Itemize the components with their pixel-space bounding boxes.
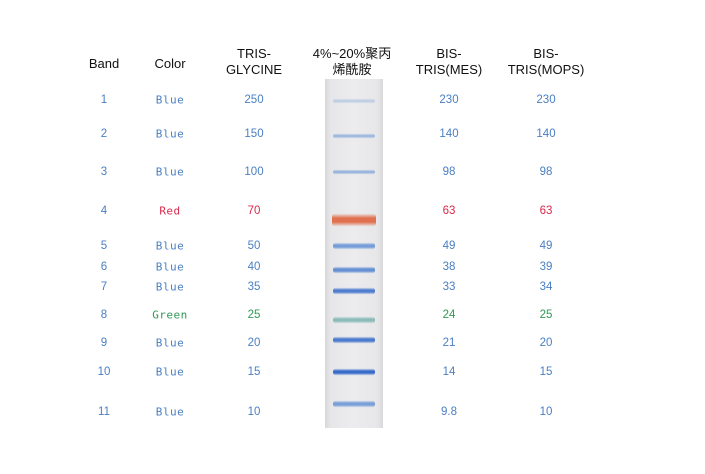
bis-tris-mops-value: 49 [539, 240, 553, 252]
bis-tris-mes-value: 98 [442, 166, 456, 178]
gel-band [333, 400, 375, 408]
tris-glycine-value: 50 [247, 240, 261, 252]
header-gel: 4%~20%聚丙 烯酰胺 [312, 46, 392, 77]
bis-tris-mes-value: 63 [442, 205, 456, 217]
tris-glycine-value: 35 [247, 281, 261, 293]
bis-tris-mops-value: 98 [539, 166, 553, 178]
bis-tris-mops-value: 20 [539, 337, 553, 349]
band-number: 3 [100, 166, 108, 178]
color-name: Blue [155, 93, 185, 107]
bis-tris-mes-value: 140 [439, 128, 459, 140]
band-number: 9 [100, 337, 108, 349]
color-name: Blue [155, 365, 185, 379]
band-number: 4 [100, 205, 108, 217]
gel-band [333, 98, 375, 104]
gel-band [333, 133, 375, 139]
tris-glycine-value: 150 [244, 128, 264, 140]
tris-glycine-value: 40 [247, 261, 261, 273]
band-number: 7 [100, 281, 108, 293]
bis-tris-mes-value: 230 [439, 94, 459, 106]
tris-glycine-value: 250 [244, 94, 264, 106]
bis-tris-mes-value: 24 [442, 309, 456, 321]
gel-band [333, 336, 375, 344]
color-name: Blue [155, 280, 185, 294]
bis-tris-mops-value: 140 [536, 128, 556, 140]
gel-band [333, 287, 375, 295]
header-tris-glycine: TRIS- GLYCINE [225, 46, 283, 77]
tris-glycine-value: 20 [247, 337, 261, 349]
bis-tris-mes-value: 14 [442, 366, 456, 378]
color-name: Blue [155, 260, 185, 274]
bis-tris-mes-value: 38 [442, 261, 456, 273]
gel-band [333, 242, 375, 250]
tris-glycine-value: 15 [247, 366, 261, 378]
gel-band [333, 316, 375, 324]
tris-glycine-value: 25 [247, 309, 261, 321]
tris-glycine-value: 100 [244, 166, 264, 178]
bis-tris-mes-value: 49 [442, 240, 456, 252]
header-color: Color [154, 56, 186, 71]
header-band: Band [88, 56, 120, 71]
color-name: Blue [155, 336, 185, 350]
color-name: Blue [155, 127, 185, 141]
color-name: Blue [155, 405, 185, 419]
tris-glycine-value: 10 [247, 406, 261, 418]
band-number: 1 [100, 94, 108, 106]
bis-tris-mops-value: 230 [536, 94, 556, 106]
gel-band [333, 169, 375, 175]
bis-tris-mops-value: 34 [539, 281, 553, 293]
gel-band [332, 213, 376, 227]
header-bis-tris-mops: BIS- TRIS(MOPS) [507, 46, 585, 77]
color-name: Red [159, 204, 181, 218]
bis-tris-mops-value: 63 [539, 205, 553, 217]
gel-lane-image [325, 79, 383, 428]
bis-tris-mops-value: 39 [539, 261, 553, 273]
bis-tris-mops-value: 25 [539, 309, 553, 321]
bis-tris-mops-value: 10 [539, 406, 553, 418]
color-name: Blue [155, 165, 185, 179]
bis-tris-mes-value: 21 [442, 337, 456, 349]
color-name: Blue [155, 239, 185, 253]
header-bis-tris-mes: BIS- TRIS(MES) [415, 46, 483, 77]
band-number: 5 [100, 240, 108, 252]
bis-tris-mes-value: 33 [442, 281, 456, 293]
tris-glycine-value: 70 [247, 205, 261, 217]
band-number: 8 [100, 309, 108, 321]
color-name: Green [152, 308, 188, 322]
bis-tris-mes-value: 9.8 [441, 406, 457, 418]
band-number: 6 [100, 261, 108, 273]
band-number: 10 [97, 366, 111, 378]
gel-band [333, 266, 375, 274]
band-number: 11 [98, 406, 110, 418]
gel-band [333, 368, 375, 376]
band-number: 2 [100, 128, 108, 140]
bis-tris-mops-value: 15 [539, 366, 553, 378]
